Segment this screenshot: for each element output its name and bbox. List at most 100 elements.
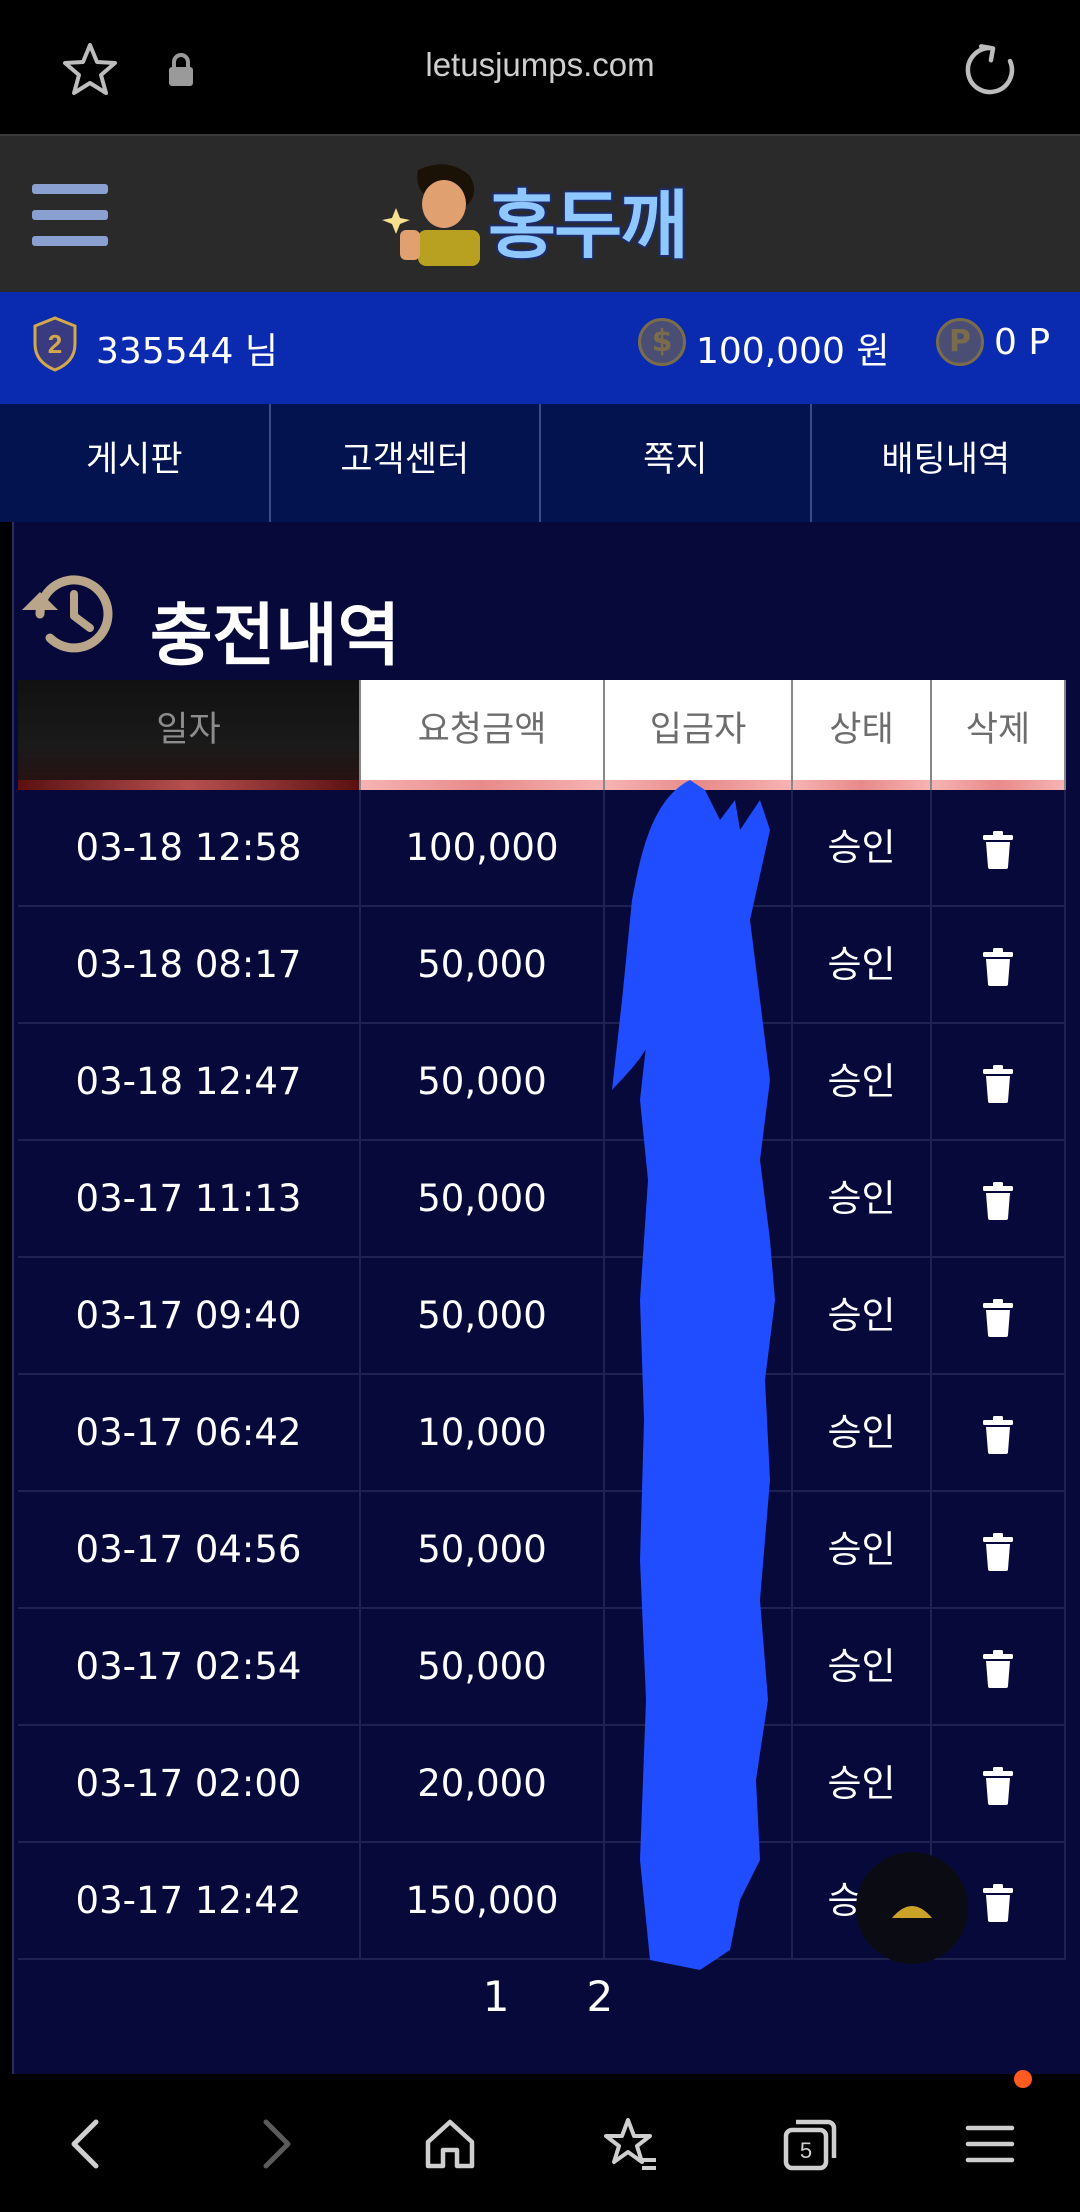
trash-icon[interactable] xyxy=(981,1298,1015,1337)
main-nav-tabs: 게시판 고객센터 쪽지 배팅내역 xyxy=(0,404,1080,522)
logo-text: 홍두깨 xyxy=(486,181,690,271)
row-date: 03-17 04:56 xyxy=(18,1492,361,1607)
row-amount: 50,000 xyxy=(361,1492,605,1607)
row-status: 승인 xyxy=(793,1492,932,1607)
row-amount: 20,000 xyxy=(361,1726,605,1841)
row-amount: 10,000 xyxy=(361,1375,605,1490)
forward-icon[interactable] xyxy=(244,2114,304,2174)
page-2[interactable]: 2 xyxy=(587,1972,614,2021)
row-date: 03-17 09:40 xyxy=(18,1258,361,1373)
row-date: 03-17 12:42 xyxy=(18,1843,361,1958)
site-header: 홍두깨 xyxy=(0,134,1080,292)
table-row: 03-18 12:58 100,000 승인 xyxy=(18,790,1066,907)
notification-dot xyxy=(1014,2070,1032,2088)
row-status: 승인 xyxy=(793,1258,932,1373)
tab-betting-history[interactable]: 배팅내역 xyxy=(812,404,1080,522)
row-status: 승인 xyxy=(793,907,932,1022)
row-amount: 150,000 xyxy=(361,1843,605,1958)
row-status: 승인 xyxy=(793,1726,932,1841)
user-name: 335544 님 xyxy=(96,331,278,372)
trash-icon[interactable] xyxy=(981,1883,1015,1922)
row-delete xyxy=(932,790,1066,905)
home-icon[interactable] xyxy=(420,2114,480,2174)
mascot-icon xyxy=(382,164,480,266)
header-delete: 삭제 xyxy=(932,680,1066,790)
row-delete xyxy=(932,1024,1066,1139)
trash-icon[interactable] xyxy=(981,1649,1015,1688)
trash-icon[interactable] xyxy=(981,830,1015,869)
row-delete xyxy=(932,1375,1066,1490)
charge-history-table: 일자 요청금액 입금자 상태 삭제 03-18 12:58 100,000 승인 03… xyxy=(18,680,1066,1960)
trash-icon[interactable] xyxy=(981,1181,1015,1220)
row-date: 03-18 12:58 xyxy=(18,790,361,905)
history-icon xyxy=(22,575,113,653)
row-amount: 100,000 xyxy=(361,790,605,905)
row-status: 승인 xyxy=(793,1024,932,1139)
row-depositor xyxy=(605,1843,793,1958)
trash-icon[interactable] xyxy=(981,1415,1015,1454)
row-amount: 50,000 xyxy=(361,907,605,1022)
row-amount: 50,000 xyxy=(361,1024,605,1139)
table-row: 03-17 02:00 20,000 승인 xyxy=(18,1726,1066,1843)
row-date: 03-17 02:54 xyxy=(18,1609,361,1724)
row-delete xyxy=(932,1492,1066,1607)
row-date: 03-17 02:00 xyxy=(18,1726,361,1841)
table-row: 03-17 06:42 10,000 승인 xyxy=(18,1375,1066,1492)
address-bar-url[interactable]: letusjumps.com xyxy=(0,46,1080,84)
money-coin-icon: $ xyxy=(638,318,686,366)
tab-messages[interactable]: 쪽지 xyxy=(541,404,812,522)
row-delete xyxy=(932,1726,1066,1841)
page-1[interactable]: 1 xyxy=(483,1972,510,2021)
row-amount: 50,000 xyxy=(361,1258,605,1373)
browser-toolbar: letusjumps.com xyxy=(0,0,1080,134)
row-depositor xyxy=(605,1492,793,1607)
row-depositor xyxy=(605,1024,793,1139)
user-info-bar: 2 335544 님 $ 100,000 원 P 0 P xyxy=(0,292,1080,404)
point-coin-icon: P xyxy=(936,318,984,366)
reload-icon[interactable] xyxy=(960,40,1020,100)
row-delete xyxy=(932,907,1066,1022)
bookmarks-icon[interactable] xyxy=(600,2114,660,2174)
menu-icon[interactable] xyxy=(960,2114,1020,2174)
menu-hamburger-icon[interactable] xyxy=(32,184,108,246)
trash-icon[interactable] xyxy=(981,1766,1015,1805)
table-row: 03-18 12:47 50,000 승인 xyxy=(18,1024,1066,1141)
row-date: 03-18 12:47 xyxy=(18,1024,361,1139)
trash-icon[interactable] xyxy=(981,1064,1015,1103)
row-delete xyxy=(932,1141,1066,1256)
table-row: 03-17 02:54 50,000 승인 xyxy=(18,1609,1066,1726)
row-status: 승인 xyxy=(793,1375,932,1490)
row-date: 03-17 06:42 xyxy=(18,1375,361,1490)
row-depositor xyxy=(605,1726,793,1841)
table-header: 일자 요청금액 입금자 상태 삭제 xyxy=(18,680,1066,790)
row-status: 승인 xyxy=(793,1141,932,1256)
row-depositor xyxy=(605,1609,793,1724)
table-row: 03-17 04:56 50,000 승인 xyxy=(18,1492,1066,1609)
row-depositor xyxy=(605,1141,793,1256)
row-delete xyxy=(932,1258,1066,1373)
tab-board[interactable]: 게시판 xyxy=(0,404,271,522)
row-date: 03-17 11:13 xyxy=(18,1141,361,1256)
header-date: 일자 xyxy=(18,680,361,790)
row-depositor xyxy=(605,1375,793,1490)
row-depositor xyxy=(605,790,793,905)
svg-text:2: 2 xyxy=(48,329,62,359)
tab-customer-center[interactable]: 고객센터 xyxy=(271,404,541,522)
trash-icon[interactable] xyxy=(981,1532,1015,1571)
back-icon[interactable] xyxy=(58,2114,118,2174)
row-status: 승인 xyxy=(793,790,932,905)
row-depositor xyxy=(605,907,793,1022)
header-amount: 요청금액 xyxy=(361,680,605,790)
row-status: 승인 xyxy=(793,1609,932,1724)
level-shield-icon: 2 xyxy=(33,316,77,372)
tabs-icon[interactable]: 5 xyxy=(780,2114,840,2174)
row-date: 03-18 08:17 xyxy=(18,907,361,1022)
site-logo[interactable]: 홍두깨 xyxy=(378,158,708,271)
row-amount: 50,000 xyxy=(361,1141,605,1256)
scroll-to-top-button[interactable] xyxy=(856,1852,968,1964)
table-row: 03-17 09:40 50,000 승인 xyxy=(18,1258,1066,1375)
header-depositor: 입금자 xyxy=(605,680,793,790)
row-delete xyxy=(932,1609,1066,1724)
trash-icon[interactable] xyxy=(981,947,1015,986)
chevron-up-icon xyxy=(892,1906,932,1918)
